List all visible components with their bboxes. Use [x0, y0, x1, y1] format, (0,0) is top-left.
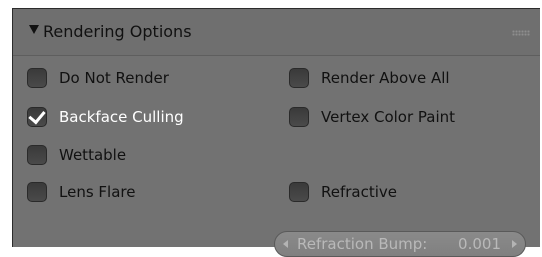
do-not-render-checkbox[interactable] — [27, 68, 47, 88]
render-above-all-label: Render Above All — [321, 69, 450, 87]
option-do-not-render[interactable]: Do Not Render — [27, 66, 169, 90]
option-wettable[interactable]: Wettable — [27, 143, 126, 167]
refractive-label: Refractive — [321, 183, 398, 201]
refraction-bump-value: 0.001 — [458, 235, 501, 253]
refractive-checkbox[interactable] — [289, 182, 309, 202]
vertex-color-paint-label: Vertex Color Paint — [321, 108, 456, 126]
option-vertex-color-paint[interactable]: Vertex Color Paint — [289, 105, 455, 129]
option-backface-culling[interactable]: Backface Culling — [27, 105, 184, 129]
option-lens-flare[interactable]: Lens Flare — [27, 180, 135, 204]
rendering-options-panel: Rendering Options Do Not Render Backface… — [12, 8, 540, 247]
do-not-render-label: Do Not Render — [59, 69, 169, 87]
panel-title: Rendering Options — [43, 22, 192, 41]
lens-flare-checkbox[interactable] — [27, 182, 47, 202]
backface-culling-label: Backface Culling — [59, 108, 184, 126]
refraction-bump-label: Refraction Bump: — [297, 235, 428, 253]
window-frame: Rendering Options Do Not Render Backface… — [0, 0, 542, 257]
lens-flare-label: Lens Flare — [59, 183, 136, 201]
drag-grip-icon[interactable] — [512, 30, 530, 36]
render-above-all-checkbox[interactable] — [289, 68, 309, 88]
backface-culling-checkbox[interactable] — [27, 107, 47, 127]
refraction-bump-field[interactable]: Refraction Bump: 0.001 — [274, 231, 526, 257]
option-refractive[interactable]: Refractive — [289, 180, 397, 204]
wettable-label: Wettable — [59, 146, 127, 164]
wettable-checkbox[interactable] — [27, 145, 47, 165]
vertex-color-paint-checkbox[interactable] — [289, 107, 309, 127]
collapse-triangle-icon[interactable] — [29, 25, 39, 34]
option-render-above-all[interactable]: Render Above All — [289, 66, 450, 90]
panel-header[interactable]: Rendering Options — [13, 9, 540, 56]
